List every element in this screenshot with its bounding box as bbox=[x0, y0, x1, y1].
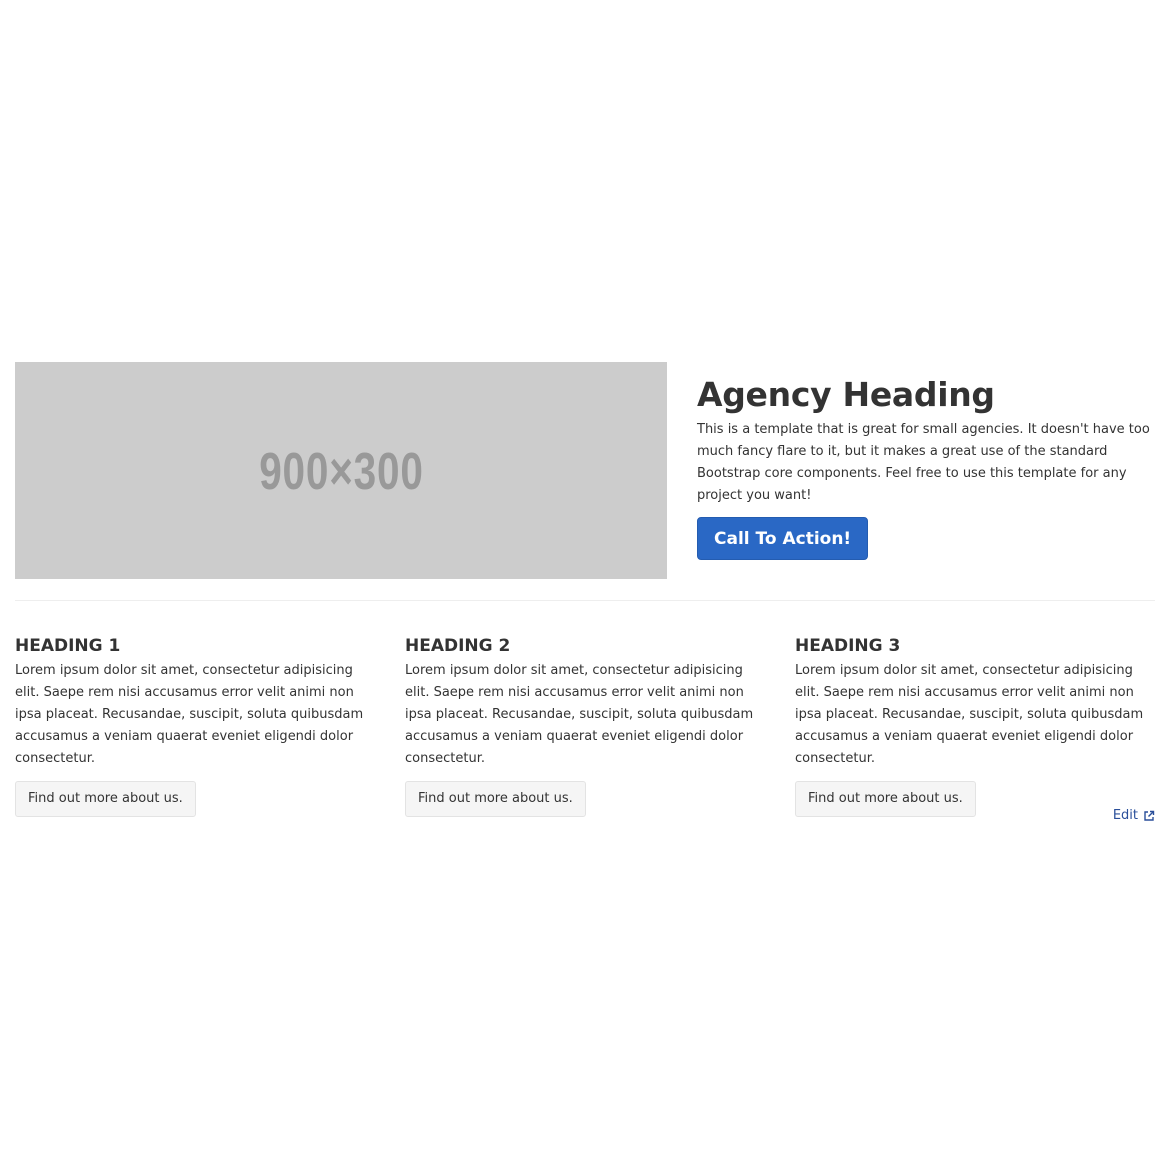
feature-column-2: HEADING 2 Lorem ipsum dolor sit amet, co… bbox=[405, 632, 770, 817]
feature-heading: HEADING 1 bbox=[15, 636, 121, 656]
external-link-icon bbox=[1144, 810, 1155, 821]
hero-heading: Agency Heading bbox=[697, 375, 995, 414]
hero-description: This is a template that is great for sma… bbox=[697, 422, 1150, 503]
placeholder-dimensions-label: 900×300 bbox=[258, 442, 424, 501]
section-divider bbox=[15, 600, 1155, 601]
feature-column-3: HEADING 3 Lorem ipsum dolor sit amet, co… bbox=[795, 632, 1160, 817]
feature-text: Lorem ipsum dolor sit amet, consectetur … bbox=[405, 663, 754, 766]
call-to-action-button[interactable]: Call To Action! bbox=[697, 517, 869, 560]
feature-column-1: HEADING 1 Lorem ipsum dolor sit amet, co… bbox=[15, 632, 380, 817]
edit-label: Edit bbox=[1112, 808, 1138, 823]
find-out-more-button-2[interactable]: Find out more about us. bbox=[405, 781, 586, 817]
find-out-more-button-1[interactable]: Find out more about us. bbox=[15, 781, 196, 817]
features-row: HEADING 1 Lorem ipsum dolor sit amet, co… bbox=[15, 632, 1155, 817]
feature-text: Lorem ipsum dolor sit amet, consectetur … bbox=[795, 663, 1144, 766]
hero-copy: Agency Heading This is a template that i… bbox=[697, 362, 1155, 560]
feature-text: Lorem ipsum dolor sit amet, consectetur … bbox=[15, 663, 364, 766]
feature-heading: HEADING 2 bbox=[405, 636, 511, 656]
page: 900×300 Agency Heading This is a templat… bbox=[0, 0, 1170, 1170]
find-out-more-button-3[interactable]: Find out more about us. bbox=[795, 781, 976, 817]
hero-section: 900×300 Agency Heading This is a templat… bbox=[15, 362, 1155, 579]
feature-heading: HEADING 3 bbox=[795, 636, 901, 656]
edit-link[interactable]: Edit bbox=[1113, 807, 1155, 825]
hero-image-placeholder: 900×300 bbox=[15, 362, 667, 579]
